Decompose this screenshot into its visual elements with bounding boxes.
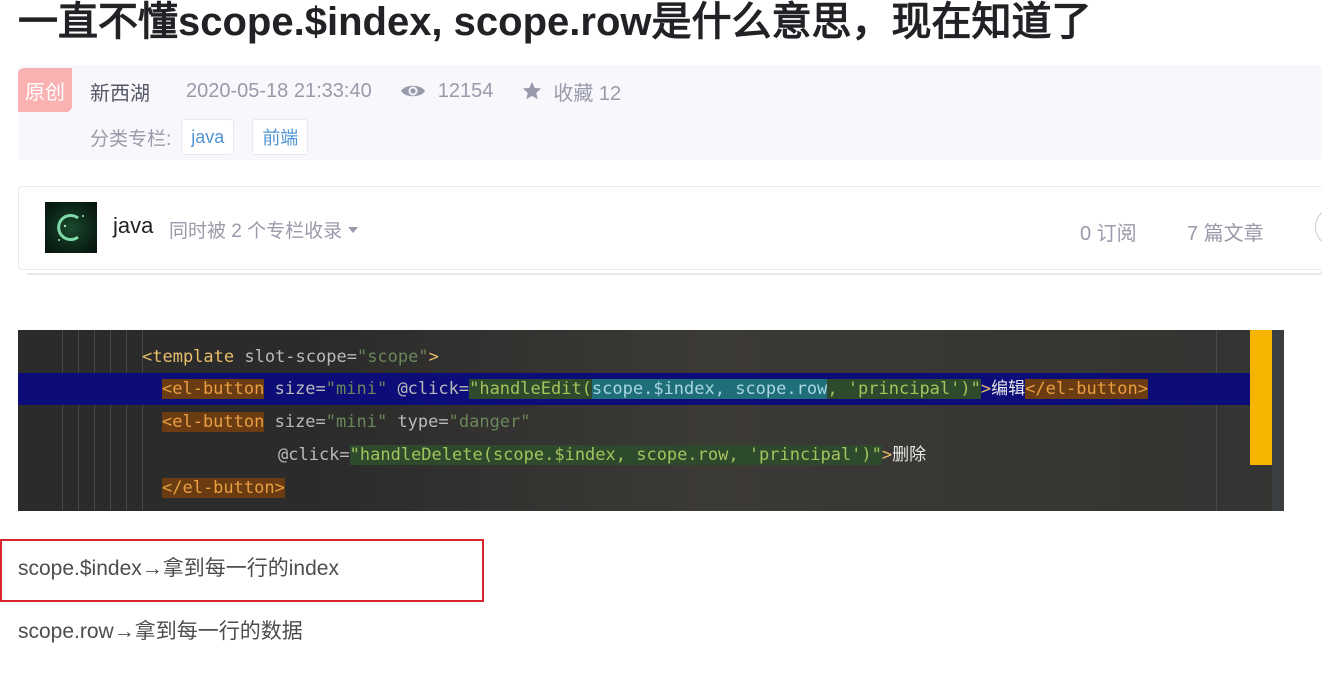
- code-selection: scope.$index, scope.row: [591, 379, 828, 399]
- subscribe-button[interactable]: [1315, 207, 1322, 247]
- favorite-count[interactable]: 收藏 12: [553, 77, 621, 106]
- code-token: </el-button>: [1025, 379, 1148, 399]
- code-token: >: [881, 445, 893, 465]
- code-token: <template: [142, 347, 235, 367]
- body-line-row: scope.row→拿到每一行的数据: [18, 620, 303, 643]
- caret-down-icon: [348, 227, 359, 233]
- article-meta-box: 原创 新西湖 2020-05-18 21:33:40 12154 收藏 12 分…: [18, 65, 1322, 160]
- code-line-5: </el-button>: [162, 472, 285, 504]
- column-card: java 同时被 2 个专栏收录 0 订阅 7 篇文章: [18, 186, 1322, 270]
- code-token: @click=: [387, 379, 470, 399]
- margin-guide: [1216, 330, 1217, 511]
- category-label: 分类专栏:: [90, 128, 172, 150]
- indent-guide: [94, 330, 95, 511]
- code-token: <el-button: [162, 379, 265, 399]
- code-token: 删除: [892, 445, 927, 465]
- indent-guide: [110, 330, 111, 511]
- code-screenshot: <template slot-scope="scope"> <el-button…: [18, 330, 1284, 511]
- code-token: "mini": [325, 412, 388, 432]
- code-token: size=: [264, 379, 326, 399]
- article-title: 一直不懂scope.$index, scope.row是什么意思，现在知道了: [18, 0, 1092, 44]
- code-token: "mini": [325, 379, 388, 399]
- code-token: type=: [387, 412, 449, 432]
- article-count: 7 篇文章: [1187, 223, 1264, 245]
- code-token: "danger": [448, 412, 531, 432]
- code-line-2: <el-button size="mini" @click="handleEdi…: [162, 373, 1148, 405]
- code-line-4: @click="handleDelete(scope.$index, scope…: [278, 439, 926, 471]
- body-line-index: scope.$index→拿到每一行的index: [18, 557, 339, 580]
- original-badge: 原创: [18, 68, 72, 112]
- code-token: "scope": [356, 347, 429, 367]
- view-count: 12154: [437, 79, 494, 102]
- code-line-3: <el-button size="mini" type="danger": [162, 406, 531, 438]
- code-token: </el-button>: [162, 478, 285, 498]
- column-name[interactable]: java: [113, 213, 153, 239]
- code-line-1: <template slot-scope="scope">: [142, 341, 439, 373]
- marker-bar: [1250, 330, 1272, 465]
- eye-icon: [400, 82, 426, 100]
- author-link[interactable]: 新西湖: [90, 77, 150, 106]
- code-token: , 'principal')": [827, 379, 981, 399]
- publish-date: 2020-05-18 21:33:40: [186, 79, 372, 102]
- code-token: "handleDelete(scope.$index, scope.row, '…: [349, 445, 882, 465]
- indent-guide: [62, 330, 63, 511]
- code-token: >: [428, 347, 439, 367]
- code-token: <el-button: [162, 412, 265, 432]
- subscriber-count: 0 订阅: [1080, 223, 1137, 245]
- indent-guide: [126, 330, 127, 511]
- column-desc-label: 同时被 2 个专栏收录: [169, 221, 343, 242]
- code-token: "handleEdit(: [469, 379, 592, 399]
- column-collected-dropdown[interactable]: 同时被 2 个专栏收录: [169, 216, 359, 243]
- code-token: 编辑: [991, 379, 1026, 399]
- category-tag-java[interactable]: java: [181, 119, 235, 155]
- column-avatar[interactable]: [45, 202, 97, 253]
- code-token: @click=: [278, 445, 350, 465]
- scrollbar: [1272, 330, 1284, 511]
- star-icon[interactable]: [521, 80, 543, 102]
- meta-row: 新西湖 2020-05-18 21:33:40 12154 收藏 12: [90, 77, 621, 106]
- code-token: >: [980, 379, 992, 399]
- indent-guide: [78, 330, 79, 511]
- code-token: slot-scope=: [234, 347, 357, 367]
- category-tag-frontend[interactable]: 前端: [252, 119, 309, 155]
- category-row: 分类专栏: java 前端: [90, 119, 326, 155]
- code-token: size=: [264, 412, 326, 432]
